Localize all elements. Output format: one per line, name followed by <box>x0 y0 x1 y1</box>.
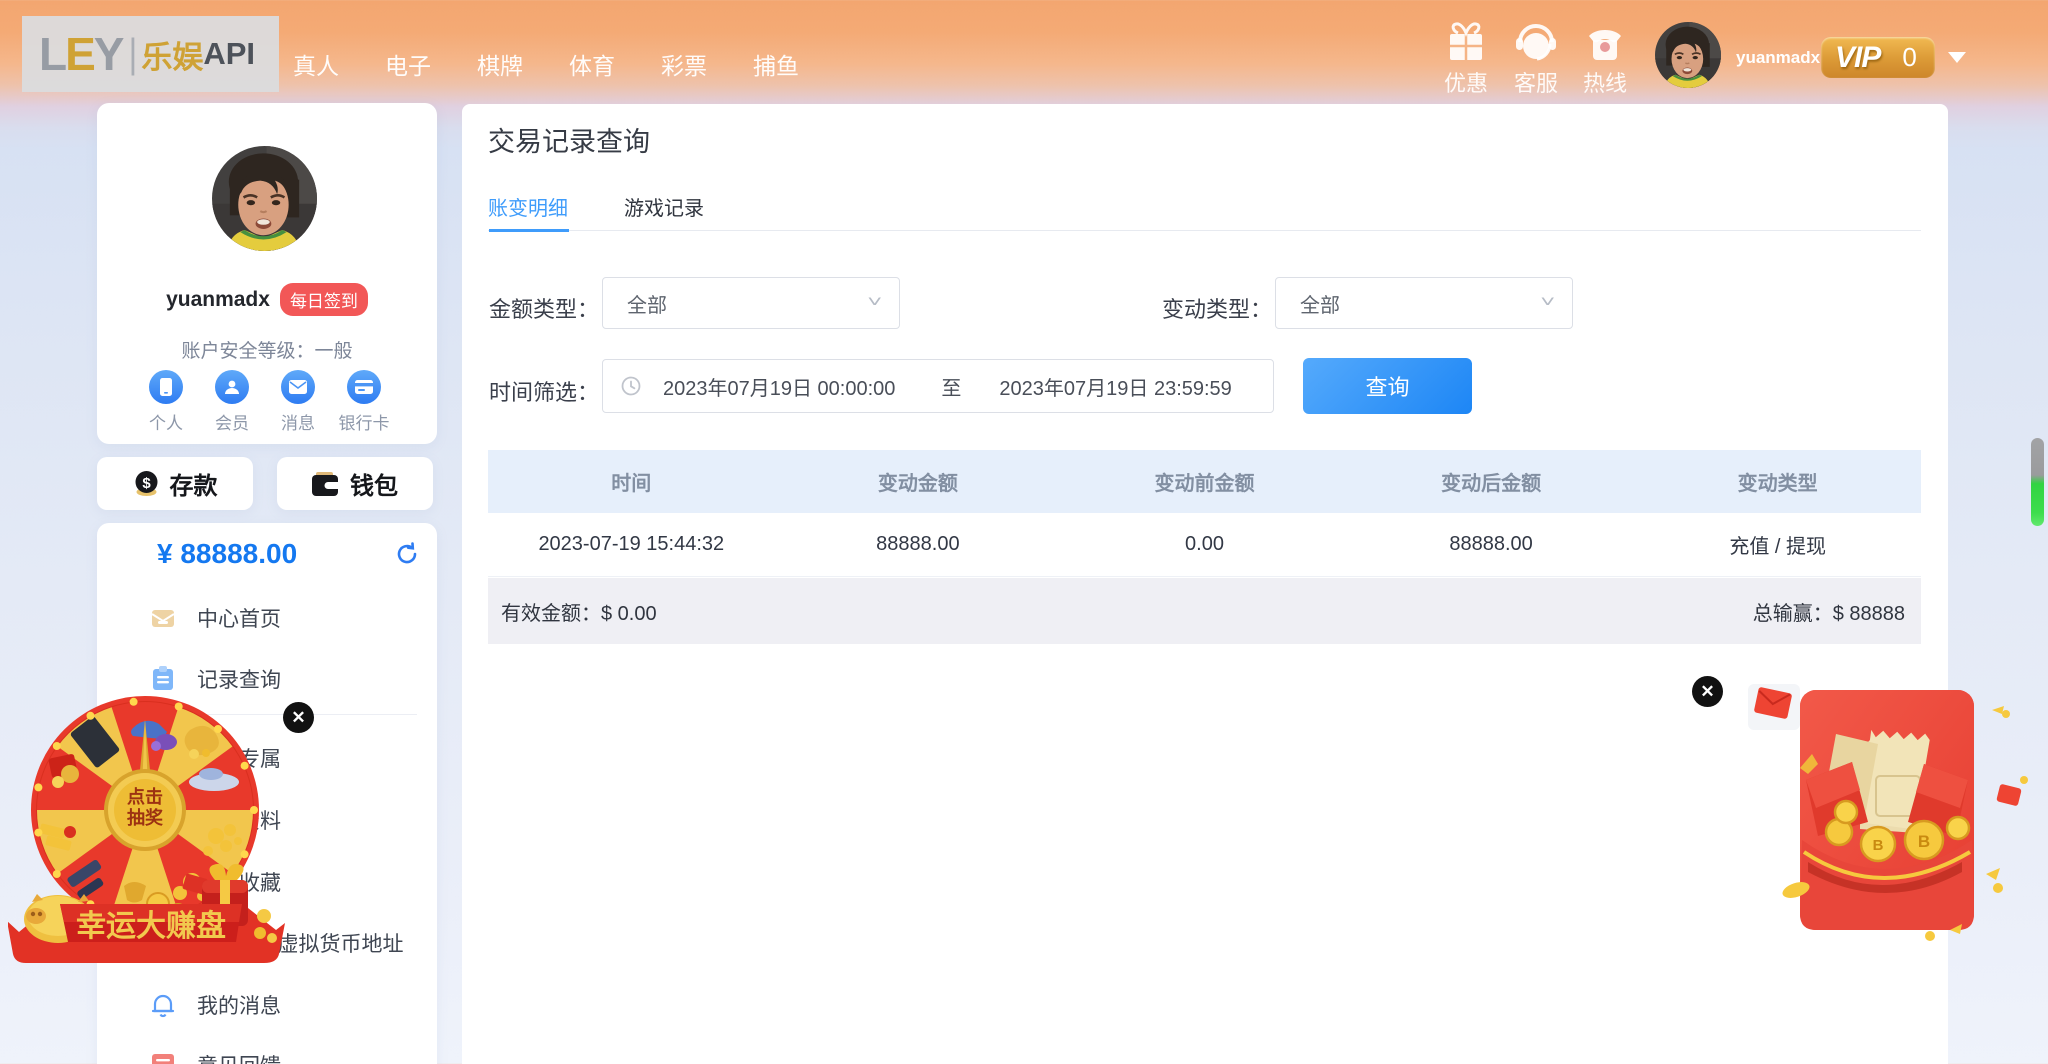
svg-text:幸运大赚盘: 幸运大赚盘 <box>76 909 226 943</box>
svg-text:B: B <box>1873 837 1884 854</box>
svg-text:抽奖: 抽奖 <box>127 807 164 828</box>
svg-text:$: $ <box>142 475 151 492</box>
svg-text:B: B <box>1918 832 1930 851</box>
svg-text:点击: 点击 <box>127 786 163 807</box>
